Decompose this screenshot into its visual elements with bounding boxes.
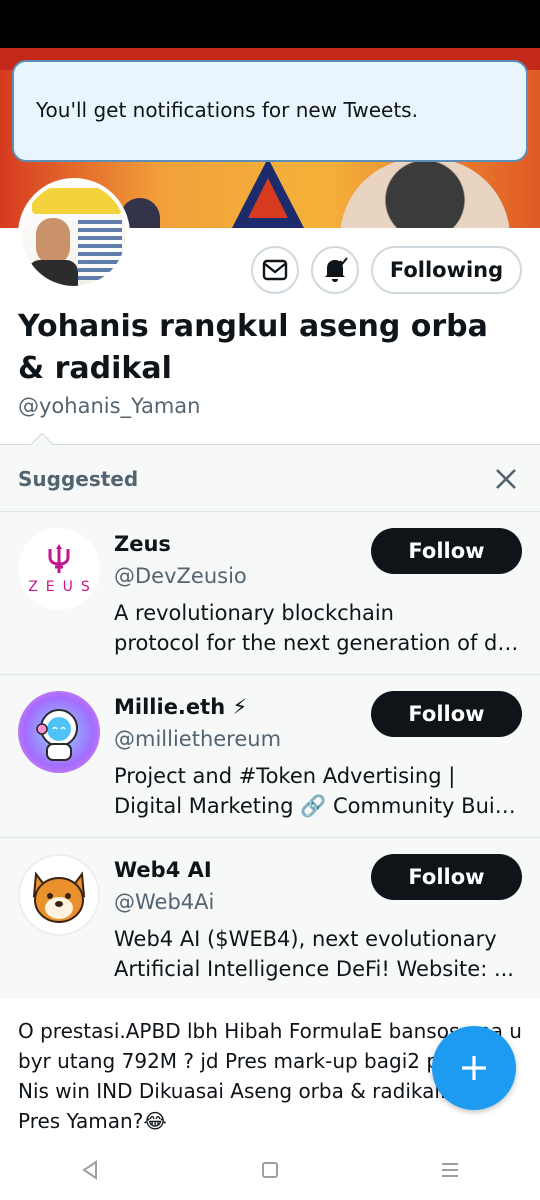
suggested-user-name[interactable]: Zeus: [114, 532, 171, 556]
astronaut-icon: [36, 709, 78, 761]
profile-name: Yohanis rangkul aseng orba & radikal: [18, 309, 488, 386]
shiba-dog-icon: [32, 871, 86, 923]
bio-line: Project and #Token Advertising |: [114, 764, 456, 788]
zeus-logo-text: ZEUS: [28, 579, 98, 595]
follow-button[interactable]: Follow: [371, 854, 522, 900]
bio-line: Digital Marketing 🔗 Community Buil...: [114, 794, 520, 818]
back-triangle-icon: [82, 1160, 97, 1180]
home-square-icon: [262, 1162, 278, 1178]
suggested-user-name[interactable]: Web4 AI: [114, 858, 212, 882]
dismiss-suggested-button[interactable]: [492, 465, 520, 493]
follow-button[interactable]: Follow: [371, 691, 522, 737]
close-icon: [496, 469, 516, 489]
mail-icon: [262, 259, 288, 281]
suggested-user-avatar[interactable]: [18, 691, 100, 773]
bell-check-icon: [325, 257, 348, 282]
trident-icon: [48, 544, 70, 573]
notifications-button[interactable]: [311, 246, 359, 294]
suggested-section: Suggested ZEUS Zeus @DevZeusio A revolut…: [0, 445, 540, 999]
suggested-user-handle: @Web4Ai: [114, 890, 215, 914]
compose-tweet-button[interactable]: [432, 1026, 516, 1110]
suggested-user-card[interactable]: Millie.eth ⚡ @milliethereum Project and …: [0, 674, 540, 837]
bio-line: Web4 AI ($WEB4), next evolutionary: [114, 927, 497, 951]
avatar-list-graphic: [78, 220, 122, 280]
avatar-image: [22, 182, 126, 286]
suggested-user-bio: Project and #Token Advertising | Digital…: [114, 761, 520, 821]
suggested-user-handle: @milliethereum: [114, 727, 282, 751]
following-button[interactable]: Following: [371, 246, 522, 294]
plus-icon: [462, 1056, 486, 1080]
suggested-user-name[interactable]: Millie.eth ⚡: [114, 695, 247, 719]
suggested-user-card[interactable]: ZEUS Zeus @DevZeusio A revolutionary blo…: [0, 511, 540, 674]
nav-home-button[interactable]: [250, 1150, 290, 1190]
menu-lines-icon: [442, 1163, 458, 1177]
suggested-user-avatar[interactable]: ZEUS: [18, 528, 100, 610]
suggested-user-bio: Web4 AI ($WEB4), next evolutionary Artif…: [114, 924, 520, 984]
following-label: Following: [389, 258, 504, 282]
status-bar: [0, 0, 540, 48]
suggested-user-bio: A revolutionary blockchain protocol for …: [114, 598, 520, 658]
profile-handle: @yohanis_Yaman: [18, 394, 201, 418]
bio-line: protocol for the next generation of di..…: [114, 631, 520, 655]
toast-message: You'll get notifications for new Tweets.: [36, 98, 418, 122]
suggested-user-handle: @DevZeusio: [114, 564, 247, 588]
avatar-header-strip: [32, 188, 122, 214]
profile-avatar[interactable]: [18, 178, 130, 290]
bio-line: Artificial Intelligence DeFi! Website: .…: [114, 957, 514, 981]
banner-person: [340, 158, 510, 228]
nav-back-button[interactable]: [70, 1150, 110, 1190]
suggested-title: Suggested: [18, 467, 139, 491]
notification-toast: You'll get notifications for new Tweets.: [12, 60, 528, 162]
follow-button[interactable]: Follow: [371, 528, 522, 574]
bio-line: A revolutionary blockchain: [114, 601, 394, 625]
suggested-user-card[interactable]: Web4 AI @Web4Ai Web4 AI ($WEB4), next ev…: [0, 837, 540, 1000]
system-nav-bar: [0, 1140, 540, 1200]
message-button[interactable]: [251, 246, 299, 294]
banner-logo-inner: [248, 178, 288, 218]
avatar-shirt: [28, 260, 78, 286]
suggested-user-avatar[interactable]: [18, 854, 100, 936]
avatar-face: [36, 218, 70, 264]
nav-recents-button[interactable]: [430, 1150, 470, 1190]
